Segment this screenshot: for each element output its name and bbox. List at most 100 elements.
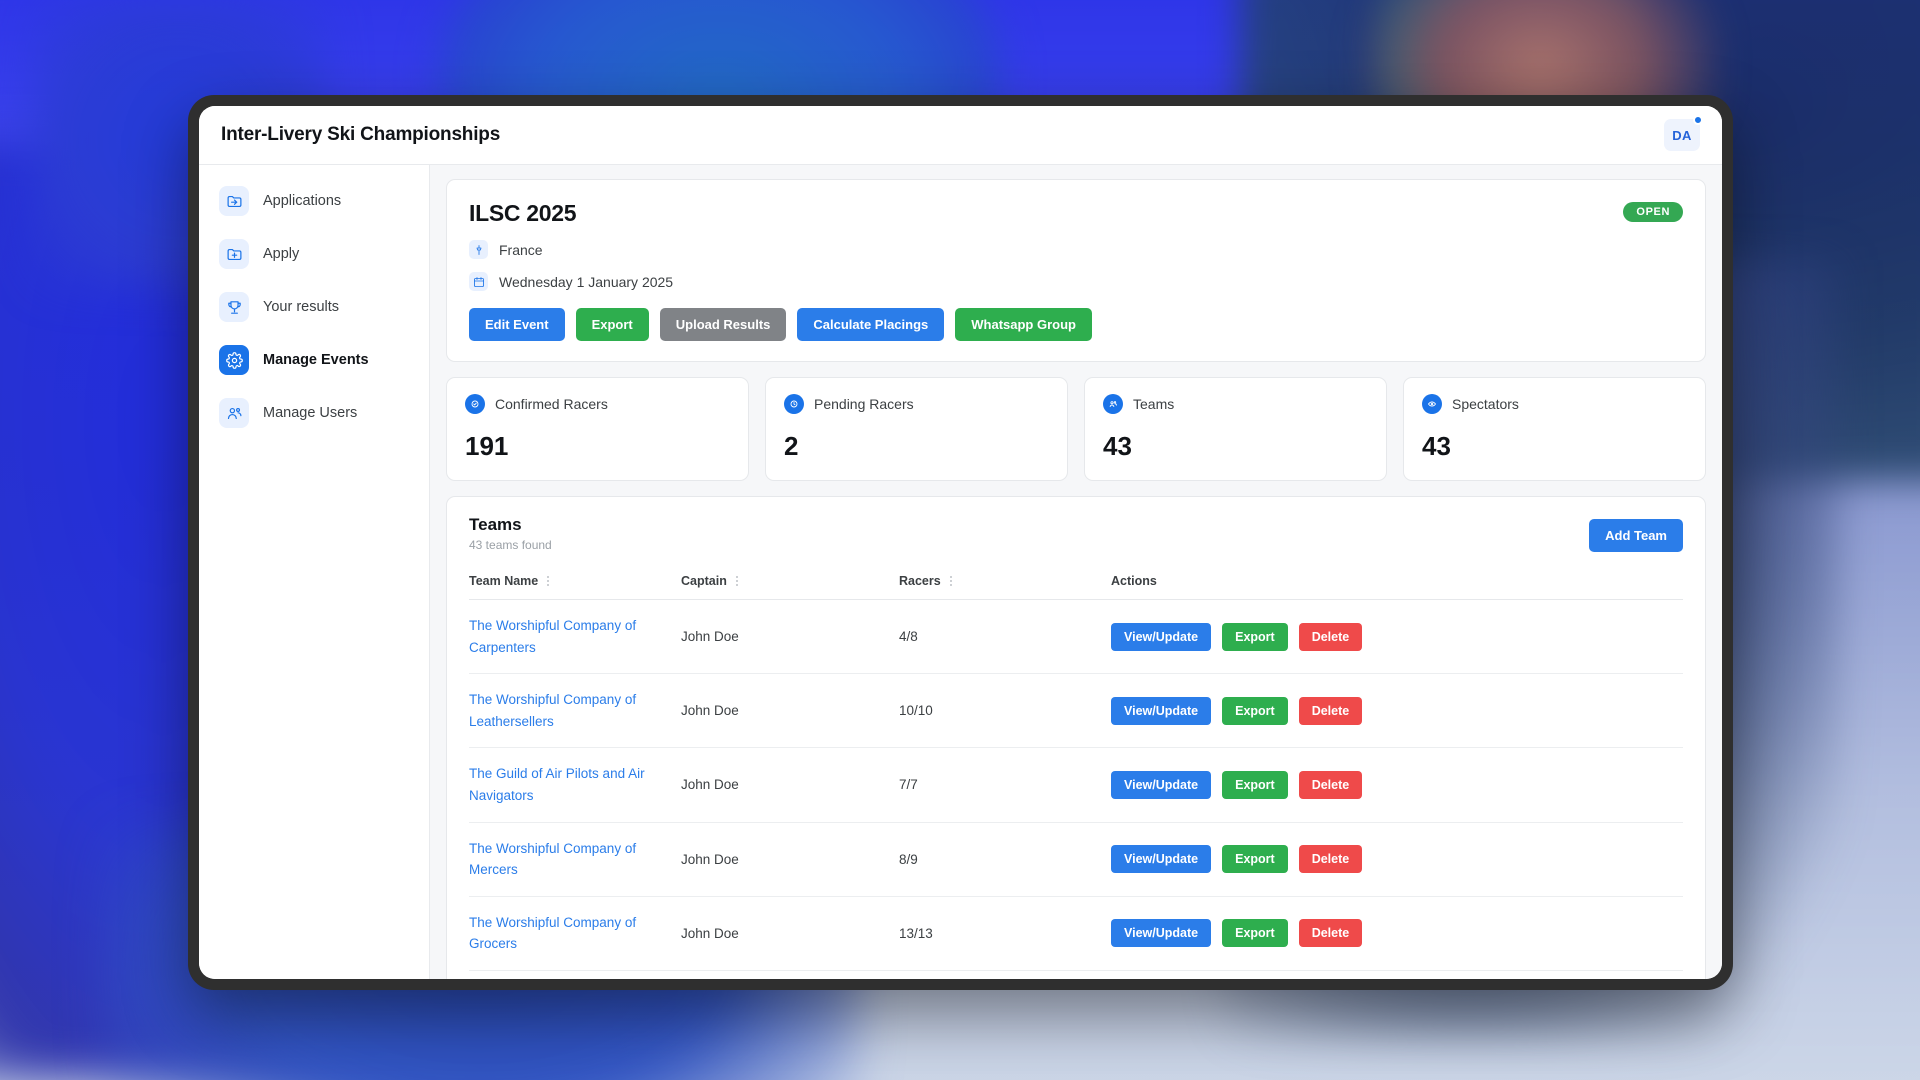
stat-label: Teams xyxy=(1133,396,1174,412)
column-menu-icon[interactable] xyxy=(547,576,549,586)
cell-actions: View/Update Export Delete xyxy=(1111,600,1683,674)
stat-card-spectators: Spectators 43 xyxy=(1403,377,1706,481)
export-button[interactable]: Export xyxy=(1222,697,1288,725)
cell-team-name: The Worshipful Company of Mercers xyxy=(469,822,681,896)
stat-card-pending-racers: Pending Racers 2 xyxy=(765,377,1068,481)
sidebar-item-applications[interactable]: Applications xyxy=(209,179,419,223)
stat-card-teams: Teams 43 xyxy=(1084,377,1387,481)
delete-button[interactable]: Delete xyxy=(1299,771,1363,799)
stat-label: Confirmed Racers xyxy=(495,396,608,412)
event-location-row: France xyxy=(469,240,1683,259)
device-frame: Inter-Livery Ski Championships DA Applic… xyxy=(188,95,1733,990)
sidebar-item-manage-events[interactable]: Manage Events xyxy=(209,338,419,382)
upload-results-button[interactable]: Upload Results xyxy=(660,308,787,341)
cell-racers: 8/9 xyxy=(899,822,1111,896)
column-header-racers[interactable]: Racers xyxy=(899,574,1111,600)
view-update-button[interactable]: View/Update xyxy=(1111,623,1211,651)
cell-actions: View/Update Export Delete xyxy=(1111,748,1683,822)
view-update-button[interactable]: View/Update xyxy=(1111,697,1211,725)
event-date-row: Wednesday 1 January 2025 xyxy=(469,272,1683,291)
event-header-card: ILSC 2025 OPEN France Wednesday 1 Januar… xyxy=(446,179,1706,362)
column-header-actions: Actions xyxy=(1111,574,1683,600)
team-name-link[interactable]: The Guild of Air Pilots and Air Navigato… xyxy=(469,766,645,803)
notification-dot-icon xyxy=(1693,115,1703,125)
sidebar-item-your-results[interactable]: Your results xyxy=(209,285,419,329)
delete-button[interactable]: Delete xyxy=(1299,697,1363,725)
event-actions: Edit Event Export Upload Results Calcula… xyxy=(469,308,1683,341)
status-badge: OPEN xyxy=(1623,202,1683,222)
cell-captain: John Doe xyxy=(681,896,899,970)
stat-card-confirmed-racers: Confirmed Racers 191 xyxy=(446,377,749,481)
sidebar-item-label: Applications xyxy=(263,193,341,209)
stat-head: Confirmed Racers xyxy=(465,394,730,414)
view-update-button[interactable]: View/Update xyxy=(1111,771,1211,799)
event-location: France xyxy=(499,242,543,258)
team-name-link[interactable]: The Worshipful Company of Carpenters xyxy=(469,618,636,655)
cell-captain: John Doe xyxy=(681,674,899,748)
clock-circle-icon xyxy=(784,394,804,414)
stat-value: 43 xyxy=(1422,431,1687,462)
top-bar: Inter-Livery Ski Championships DA xyxy=(199,106,1722,165)
stat-head: Teams xyxy=(1103,394,1368,414)
table-row: The Worshipful Company of Leathersellers… xyxy=(469,674,1683,748)
body: Applications Apply Your results xyxy=(199,165,1722,979)
users-icon xyxy=(219,398,249,428)
screen: Inter-Livery Ski Championships DA Applic… xyxy=(199,106,1722,979)
cell-team-name: The Worshipful Company of Leathersellers xyxy=(469,674,681,748)
stat-value: 191 xyxy=(465,431,730,462)
teams-table: Team Name Captain xyxy=(469,574,1683,979)
stats-row: Confirmed Racers 191 Pending Racers 2 xyxy=(446,377,1706,481)
whatsapp-group-button[interactable]: Whatsapp Group xyxy=(955,308,1092,341)
calculate-placings-button[interactable]: Calculate Placings xyxy=(797,308,944,341)
cell-captain: John Doe xyxy=(681,600,899,674)
export-button[interactable]: Export xyxy=(1222,623,1288,651)
users-icon xyxy=(1103,394,1123,414)
view-update-button[interactable]: View/Update xyxy=(1111,845,1211,873)
column-header-captain[interactable]: Captain xyxy=(681,574,899,600)
eye-icon xyxy=(1422,394,1442,414)
column-menu-icon[interactable] xyxy=(950,576,952,586)
export-button[interactable]: Export xyxy=(576,308,649,341)
delete-button[interactable]: Delete xyxy=(1299,919,1363,947)
teams-title: Teams xyxy=(469,515,1683,535)
sidebar-item-label: Your results xyxy=(263,299,339,315)
calendar-icon xyxy=(469,272,488,291)
row-action-group: View/Update Export Delete xyxy=(1111,845,1683,873)
app-title: Inter-Livery Ski Championships xyxy=(221,124,500,146)
export-button[interactable]: Export xyxy=(1222,771,1288,799)
sidebar-item-label: Manage Users xyxy=(263,405,357,421)
sidebar-item-label: Apply xyxy=(263,246,299,262)
team-name-link[interactable]: The Worshipful Company of Grocers xyxy=(469,915,636,952)
pin-icon xyxy=(469,240,488,259)
view-update-button[interactable]: View/Update xyxy=(1111,919,1211,947)
main-content: ILSC 2025 OPEN France Wednesday 1 Januar… xyxy=(430,165,1722,979)
row-action-group: View/Update Export Delete xyxy=(1111,771,1683,799)
trophy-icon xyxy=(219,292,249,322)
sidebar-item-manage-users[interactable]: Manage Users xyxy=(209,391,419,435)
delete-button[interactable]: Delete xyxy=(1299,845,1363,873)
export-button[interactable]: Export xyxy=(1222,845,1288,873)
page-title: ILSC 2025 xyxy=(469,200,1683,227)
team-name-link[interactable]: The Worshipful Company of Leathersellers xyxy=(469,692,636,729)
row-action-group: View/Update Export Delete xyxy=(1111,919,1683,947)
stat-value: 43 xyxy=(1103,431,1368,462)
column-header-team-name[interactable]: Team Name xyxy=(469,574,681,600)
stat-head: Spectators xyxy=(1422,394,1687,414)
sidebar-item-apply[interactable]: Apply xyxy=(209,232,419,276)
cell-racers: 7/7 xyxy=(899,748,1111,822)
cell-captain: John Doe xyxy=(681,970,899,979)
team-name-link[interactable]: The Worshipful Company of Mercers xyxy=(469,841,636,878)
column-menu-icon[interactable] xyxy=(736,576,738,586)
check-circle-icon xyxy=(465,394,485,414)
folder-plus-icon xyxy=(219,239,249,269)
row-action-group: View/Update Export Delete xyxy=(1111,623,1683,651)
stat-label: Spectators xyxy=(1452,396,1519,412)
cell-racers: 10/10 xyxy=(899,674,1111,748)
delete-button[interactable]: Delete xyxy=(1299,623,1363,651)
cell-actions: View/Update Export Delete xyxy=(1111,822,1683,896)
top-bar-right: DA xyxy=(1664,119,1700,151)
export-button[interactable]: Export xyxy=(1222,919,1288,947)
add-team-button[interactable]: Add Team xyxy=(1589,519,1683,552)
sidebar: Applications Apply Your results xyxy=(199,165,430,979)
edit-event-button[interactable]: Edit Event xyxy=(469,308,565,341)
